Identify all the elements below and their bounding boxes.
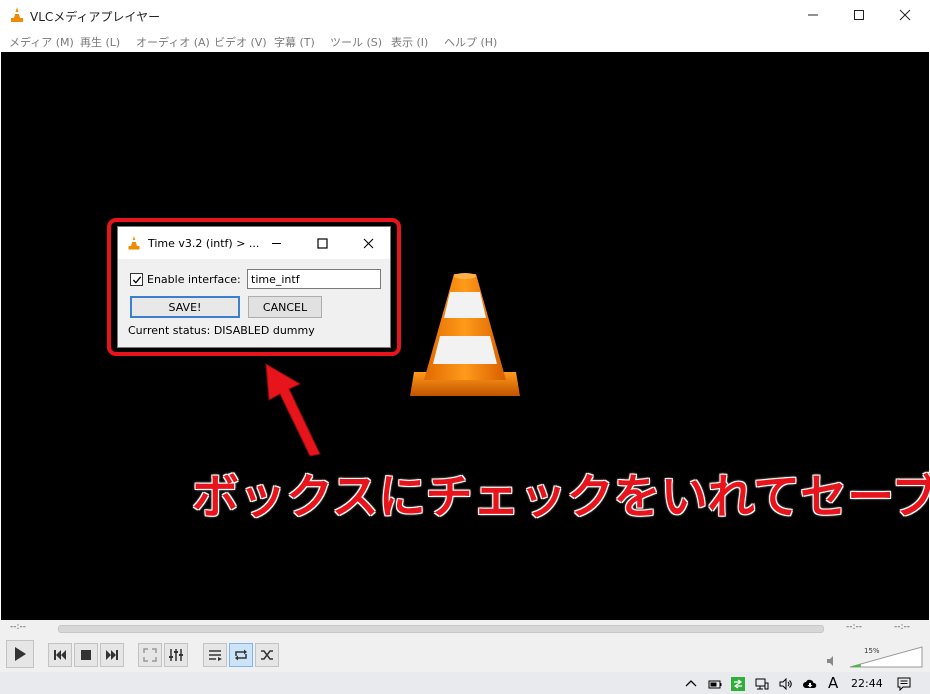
- stop-icon: [81, 650, 91, 660]
- menu-video[interactable]: ビデオ (V): [214, 34, 267, 50]
- sync-app-icon: [731, 677, 745, 691]
- seek-bar[interactable]: [58, 625, 824, 633]
- previous-icon: [54, 650, 66, 660]
- menu-subtitle[interactable]: 字幕 (T): [274, 34, 315, 50]
- maximize-button[interactable]: [836, 0, 882, 30]
- remaining-time: --:--: [894, 622, 911, 632]
- battery-icon: [708, 680, 722, 689]
- menu-view[interactable]: 表示 (I): [391, 34, 428, 50]
- stop-button[interactable]: [74, 643, 98, 667]
- play-button[interactable]: [6, 640, 34, 668]
- action-center-button[interactable]: [896, 676, 912, 692]
- total-time: --:--: [846, 622, 863, 632]
- taskbar: A 22:44: [0, 672, 930, 694]
- maximize-icon: [854, 10, 864, 20]
- clock[interactable]: 22:44: [851, 677, 883, 690]
- save-button[interactable]: SAVE!: [130, 296, 240, 318]
- loop-button[interactable]: [229, 643, 253, 667]
- menu-audio[interactable]: オーディオ (A): [136, 34, 210, 50]
- loop-icon: [235, 649, 247, 661]
- elapsed-time: --:--: [10, 622, 27, 632]
- speaker-icon[interactable]: [826, 655, 838, 667]
- annotation-caption: ボックスにチェックをいれてセーブ: [192, 470, 930, 525]
- close-icon: [363, 238, 373, 248]
- tray-battery[interactable]: [707, 676, 723, 692]
- title-bar: VLCメディアプレイヤー: [0, 0, 930, 30]
- time-interface-dialog: Time v3.2 (intf) > ... Enable interface:…: [117, 226, 391, 348]
- vlc-cone-icon: [11, 7, 23, 22]
- cloud-icon: [803, 679, 817, 688]
- shuffle-icon: [261, 650, 273, 660]
- tray-network[interactable]: [754, 676, 770, 692]
- network-icon: [755, 678, 769, 690]
- fullscreen-button[interactable]: [138, 643, 162, 667]
- vlc-cone-icon: [128, 236, 140, 250]
- cancel-button[interactable]: CANCEL: [248, 296, 322, 318]
- tray-volume[interactable]: [778, 676, 794, 692]
- chevron-up-icon: [685, 680, 697, 687]
- show-hidden-icons-button[interactable]: [683, 676, 699, 692]
- playlist-icon: [209, 650, 222, 661]
- dialog-close-button[interactable]: [360, 235, 376, 251]
- menu-playback[interactable]: 再生 (L): [80, 34, 120, 50]
- dialog-minimize-button[interactable]: [268, 235, 284, 251]
- volume-percent: 15%: [864, 647, 880, 655]
- minimize-icon: [271, 242, 281, 244]
- menu-tools[interactable]: ツール (S): [330, 34, 382, 50]
- previous-button[interactable]: [48, 643, 72, 667]
- annotation-arrow-icon: [265, 363, 321, 457]
- tray-app-green[interactable]: [730, 676, 746, 692]
- fullscreen-icon: [143, 648, 157, 662]
- menu-media[interactable]: メディア (M): [9, 34, 74, 50]
- play-icon: [15, 647, 26, 661]
- enable-interface-checkbox[interactable]: [130, 273, 143, 286]
- equalizer-icon: [169, 649, 183, 661]
- enable-interface-label: Enable interface:: [147, 273, 241, 286]
- checkmark-icon: [132, 275, 141, 284]
- minimize-button[interactable]: [790, 0, 836, 30]
- close-icon: [899, 9, 911, 21]
- vlc-cone-logo: [410, 273, 520, 396]
- tray-onedrive[interactable]: [802, 676, 818, 692]
- next-button[interactable]: [100, 643, 124, 667]
- menu-bar: メディア (M) 再生 (L) オーディオ (A) ビデオ (V) 字幕 (T)…: [0, 30, 930, 52]
- shuffle-button[interactable]: [255, 643, 279, 667]
- volume-slider[interactable]: [848, 645, 924, 669]
- window-title: VLCメディアプレイヤー: [30, 10, 161, 24]
- interface-name-input[interactable]: [247, 269, 381, 289]
- menu-help[interactable]: ヘルプ (H): [444, 34, 497, 50]
- dialog-maximize-button[interactable]: [314, 235, 330, 251]
- minimize-icon: [808, 14, 818, 16]
- dialog-title: Time v3.2 (intf) > ...: [148, 237, 260, 250]
- player-controls: --:-- --:-- --:-- 15%: [0, 620, 930, 672]
- next-icon: [106, 650, 118, 660]
- volume-icon: [779, 677, 792, 691]
- ime-indicator[interactable]: A: [828, 674, 838, 692]
- playlist-button[interactable]: [203, 643, 227, 667]
- close-button[interactable]: [882, 0, 928, 30]
- status-text: Current status: DISABLED dummy: [128, 324, 315, 337]
- notification-icon: [897, 677, 911, 691]
- maximize-icon: [316, 237, 328, 249]
- extended-settings-button[interactable]: [164, 643, 188, 667]
- dialog-title-bar: Time v3.2 (intf) > ...: [118, 227, 390, 259]
